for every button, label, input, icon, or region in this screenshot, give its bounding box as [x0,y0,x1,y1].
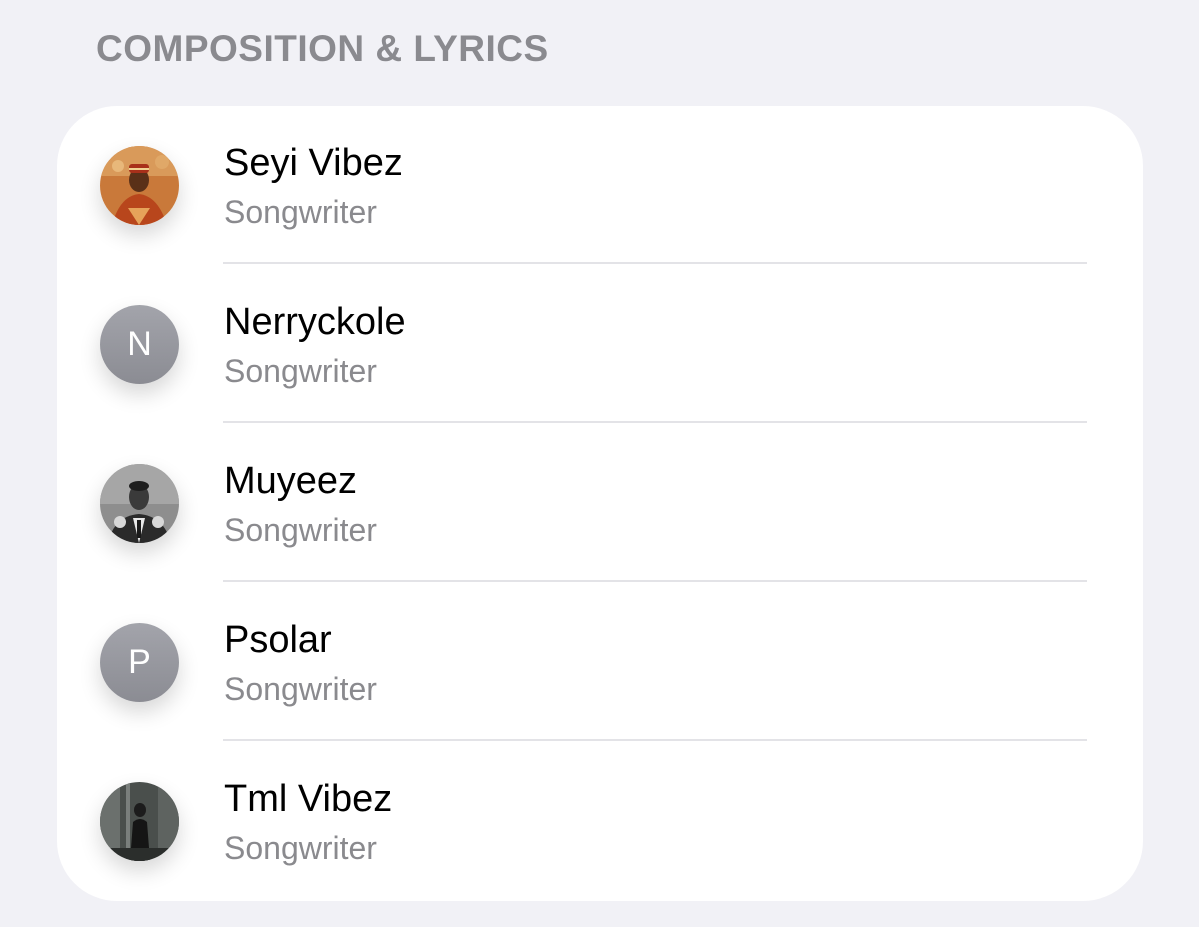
artist-name: Tml Vibez [224,778,393,820]
artist-avatar-photo [100,464,179,543]
credit-row-nerryckole[interactable]: N Nerryckole Songwriter [57,265,1143,424]
credit-row-seyi-vibez[interactable]: Seyi Vibez Songwriter [57,106,1143,265]
artist-role: Songwriter [224,671,377,707]
artist-avatar-photo [100,146,179,225]
credit-row-tml-vibez[interactable]: Tml Vibez Songwriter [57,742,1143,901]
artist-avatar-initial: P [100,623,179,702]
artist-avatar-photo [100,782,179,861]
artist-name: Nerryckole [224,301,406,343]
credit-row-muyeez[interactable]: Muyeez Songwriter [57,424,1143,583]
credit-row-psolar[interactable]: P Psolar Songwriter [57,583,1143,742]
row-divider [223,262,1087,264]
artist-avatar-initial: N [100,305,179,384]
artist-name: Psolar [224,619,332,661]
artist-role: Songwriter [224,353,377,389]
artist-name: Seyi Vibez [224,142,403,184]
row-divider [223,580,1087,582]
artist-name: Muyeez [224,460,358,502]
row-divider [223,421,1087,423]
row-divider [223,739,1087,741]
credits-card: Seyi Vibez Songwriter N Nerryckole Songw… [57,106,1143,901]
artist-role: Songwriter [224,512,377,548]
artist-role: Songwriter [224,830,377,866]
section-header: COMPOSITION & LYRICS [96,28,549,69]
artist-role: Songwriter [224,194,377,230]
